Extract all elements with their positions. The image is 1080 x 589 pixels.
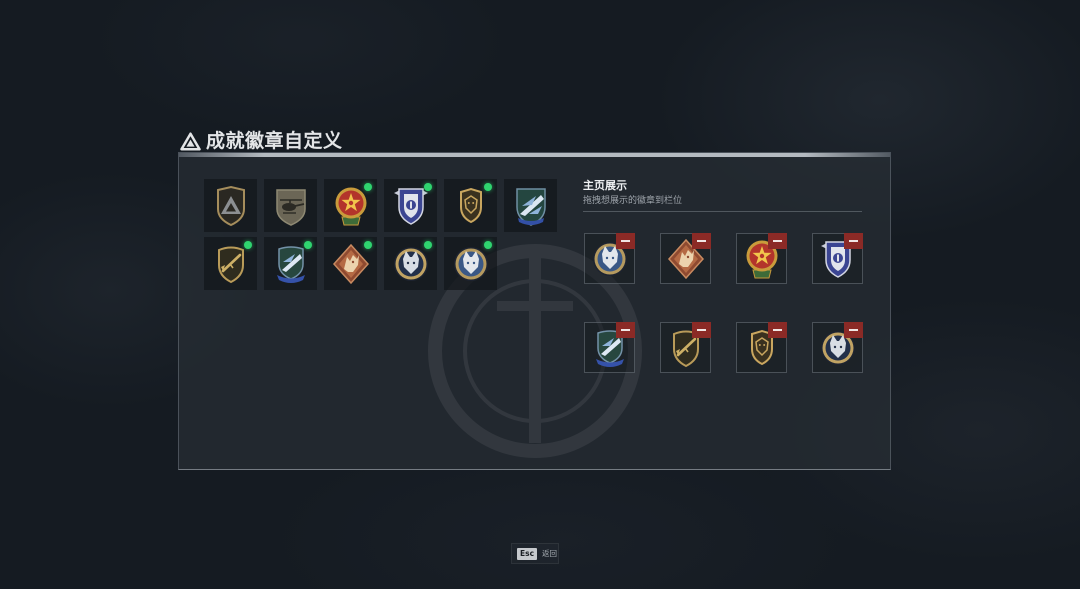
esc-key-label: Esc bbox=[517, 547, 538, 560]
remove-badge-button[interactable] bbox=[768, 322, 787, 338]
remove-badge-button[interactable] bbox=[616, 233, 635, 249]
minus-icon bbox=[697, 329, 706, 331]
inventory-badge-cell[interactable] bbox=[264, 179, 317, 232]
showcase-grid bbox=[584, 233, 863, 373]
selected-indicator bbox=[304, 241, 312, 249]
helicopter-badge-icon[interactable] bbox=[271, 184, 311, 228]
remove-badge-button[interactable] bbox=[692, 322, 711, 338]
showcase-slot[interactable] bbox=[812, 322, 863, 373]
inventory-badge-cell[interactable] bbox=[324, 179, 377, 232]
minus-icon bbox=[697, 240, 706, 242]
selected-indicator bbox=[244, 241, 252, 249]
selected-indicator bbox=[364, 183, 372, 191]
inventory-badge-cell[interactable] bbox=[204, 179, 257, 232]
eagle-wing-shield-badge-icon[interactable] bbox=[511, 184, 551, 228]
minus-icon bbox=[773, 240, 782, 242]
showcase-slot[interactable] bbox=[812, 233, 863, 284]
badge-customization-panel: 主页展示 拖拽想展示的徽章到栏位 bbox=[178, 152, 891, 470]
remove-badge-button[interactable] bbox=[768, 233, 787, 249]
remove-badge-button[interactable] bbox=[616, 322, 635, 338]
inventory-badge-cell[interactable] bbox=[504, 179, 557, 232]
minus-icon bbox=[849, 329, 858, 331]
remove-badge-button[interactable] bbox=[844, 322, 863, 338]
inventory-badge-cell[interactable] bbox=[204, 237, 257, 290]
showcase-slot[interactable] bbox=[660, 322, 711, 373]
showcase-header: 主页展示 拖拽想展示的徽章到栏位 bbox=[583, 179, 862, 212]
inventory-badge-cell[interactable] bbox=[444, 237, 497, 290]
selected-indicator bbox=[484, 183, 492, 191]
showcase-divider bbox=[583, 211, 862, 212]
inventory-badge-cell[interactable] bbox=[324, 237, 377, 290]
game-logo-icon bbox=[180, 131, 201, 151]
showcase-slot[interactable] bbox=[660, 233, 711, 284]
showcase-slot[interactable] bbox=[736, 233, 787, 284]
inventory-badge-cell[interactable] bbox=[384, 237, 437, 290]
back-label: 返回 bbox=[542, 548, 558, 558]
selected-indicator bbox=[484, 241, 492, 249]
panel-top-highlight bbox=[179, 153, 890, 157]
minus-icon bbox=[621, 329, 630, 331]
back-button[interactable]: Esc 返回 bbox=[511, 543, 559, 564]
showcase-slot[interactable] bbox=[736, 322, 787, 373]
minus-icon bbox=[773, 329, 782, 331]
showcase-slot[interactable] bbox=[584, 322, 635, 373]
page-title: 成就徽章自定义 bbox=[206, 130, 343, 152]
selected-indicator bbox=[364, 241, 372, 249]
inventory-badge-cell[interactable] bbox=[264, 237, 317, 290]
remove-badge-button[interactable] bbox=[844, 233, 863, 249]
inventory-badge-cell[interactable] bbox=[384, 179, 437, 232]
remove-badge-button[interactable] bbox=[692, 233, 711, 249]
badge-inventory-grid bbox=[204, 179, 557, 290]
triangle-emblem-badge-icon[interactable] bbox=[211, 184, 251, 228]
inventory-badge-cell[interactable] bbox=[444, 179, 497, 232]
minus-icon bbox=[849, 240, 858, 242]
minus-icon bbox=[621, 240, 630, 242]
showcase-subtitle: 拖拽想展示的徽章到栏位 bbox=[583, 196, 683, 206]
title-bar: 成就徽章自定义 bbox=[180, 129, 343, 153]
selected-indicator bbox=[424, 183, 432, 191]
showcase-title: 主页展示 bbox=[583, 179, 627, 192]
selected-indicator bbox=[424, 241, 432, 249]
showcase-slot[interactable] bbox=[584, 233, 635, 284]
